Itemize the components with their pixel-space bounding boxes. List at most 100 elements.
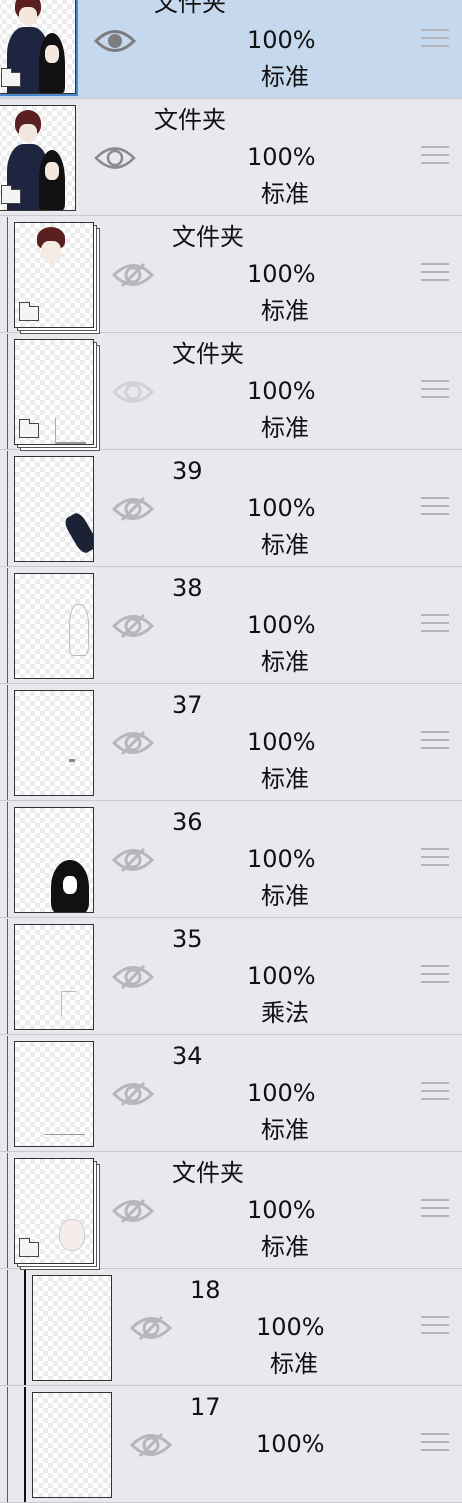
visibility-eye-icon[interactable] (112, 494, 154, 524)
drag-handle-icon[interactable] (421, 965, 449, 987)
layer-blend-mode: 标准 (261, 414, 309, 442)
visibility-eye-icon[interactable] (112, 260, 154, 290)
visibility-eye-icon[interactable] (112, 1196, 154, 1226)
visibility-eye-icon[interactable] (112, 377, 154, 407)
drag-handle-icon[interactable] (421, 1199, 449, 1221)
layer-thumbnail[interactable] (0, 105, 76, 211)
layer-row[interactable]: 文件夹 100% 标准 (0, 0, 462, 99)
folder-guide-line (7, 1270, 8, 1385)
layer-name: 34 (172, 1042, 203, 1070)
folder-guide-line (7, 217, 8, 332)
layer-thumbnail[interactable] (14, 222, 94, 328)
layer-blend-mode: 标准 (261, 1116, 309, 1144)
visibility-eye-icon[interactable] (112, 845, 154, 875)
drag-handle-icon[interactable] (421, 146, 449, 168)
drag-handle-icon[interactable] (421, 1433, 449, 1455)
drag-handle-icon[interactable] (421, 263, 449, 285)
layer-row[interactable]: 38 100% 标准 (0, 568, 462, 684)
thumbnail-art (69, 604, 89, 656)
drag-handle-icon[interactable] (421, 380, 449, 402)
layer-row[interactable]: 文件夹 100% 标准 (0, 100, 462, 216)
layer-thumbnail[interactable] (14, 690, 94, 796)
visibility-eye-icon[interactable] (94, 143, 136, 173)
folder-guide-line (7, 334, 8, 449)
drag-handle-icon[interactable] (421, 1082, 449, 1104)
layer-row[interactable]: 37 100% 标准 (0, 685, 462, 801)
layer-opacity: 100% (247, 494, 316, 522)
layer-name: 36 (172, 808, 203, 836)
layer-opacity: 100% (256, 1430, 325, 1458)
layer-name: 文件夹 (154, 0, 226, 17)
layer-thumbnail[interactable] (14, 1158, 94, 1264)
visibility-eye-icon[interactable] (130, 1313, 172, 1343)
thumbnail-art (51, 860, 89, 912)
layer-blend-mode: 标准 (261, 765, 309, 793)
layer-thumbnail[interactable] (14, 573, 94, 679)
layer-blend-mode: 标准 (261, 297, 309, 325)
layer-opacity: 100% (247, 845, 316, 873)
layer-thumbnail[interactable] (14, 339, 94, 445)
thumbnail-art (61, 991, 76, 1016)
layer-thumbnail[interactable] (32, 1392, 112, 1498)
layer-name: 文件夹 (172, 223, 244, 251)
drag-handle-icon[interactable] (421, 731, 449, 753)
layer-row[interactable]: 34 100% 标准 (0, 1036, 462, 1152)
subfolder-guide-line (24, 1270, 26, 1385)
layer-blend-mode: 标准 (270, 1350, 318, 1378)
layer-blend-mode: 乘法 (261, 999, 309, 1027)
layer-opacity: 100% (247, 728, 316, 756)
folder-guide-line (7, 1036, 8, 1151)
thumbnail-art (33, 227, 73, 267)
layer-blend-mode: 标准 (261, 1233, 309, 1261)
folder-guide-line (7, 685, 8, 800)
drag-handle-icon[interactable] (421, 614, 449, 636)
layer-row[interactable]: 文件夹 100% 标准 (0, 217, 462, 334)
visibility-eye-icon[interactable] (112, 728, 154, 758)
thumbnail-art (69, 759, 75, 762)
layer-opacity: 100% (247, 260, 316, 288)
visibility-eye-icon[interactable] (130, 1430, 172, 1460)
layer-name: 17 (190, 1393, 221, 1421)
layer-name: 39 (172, 457, 203, 485)
layer-blend-mode: 标准 (261, 180, 309, 208)
layer-opacity: 100% (247, 143, 316, 171)
layer-thumbnail[interactable] (14, 807, 94, 913)
layer-row[interactable]: 文件夹 100% 标准 (0, 1153, 462, 1270)
layer-opacity: 100% (247, 377, 316, 405)
layer-thumbnail[interactable] (14, 924, 94, 1030)
folder-guide-line (7, 568, 8, 683)
drag-handle-icon[interactable] (421, 497, 449, 519)
thumbnail-art (55, 418, 86, 444)
layer-opacity: 100% (247, 26, 316, 54)
visibility-eye-icon[interactable] (112, 611, 154, 641)
visibility-eye-icon[interactable] (112, 962, 154, 992)
folder-icon (19, 1238, 39, 1257)
folder-guide-line (7, 802, 8, 917)
layer-name: 37 (172, 691, 203, 719)
layer-blend-mode: 标准 (261, 882, 309, 910)
layer-row[interactable]: 17 100% (0, 1387, 462, 1503)
layer-opacity: 100% (247, 1196, 316, 1224)
folder-guide-line (7, 451, 8, 566)
folder-icon (19, 302, 39, 321)
layer-blend-mode: 标准 (261, 648, 309, 676)
folder-icon (1, 68, 21, 87)
drag-handle-icon[interactable] (421, 29, 449, 51)
layer-row[interactable]: 35 100% 乘法 (0, 919, 462, 1035)
layer-row[interactable]: 18 100% 标准 (0, 1270, 462, 1386)
layer-thumbnail[interactable] (32, 1275, 112, 1381)
layer-name: 文件夹 (154, 106, 226, 134)
layer-row[interactable]: 文件夹 100% 标准 (0, 334, 462, 451)
layer-thumbnail[interactable] (0, 0, 78, 96)
layer-row[interactable]: 36 100% 标准 (0, 802, 462, 918)
drag-handle-icon[interactable] (421, 1316, 449, 1338)
drag-handle-icon[interactable] (421, 848, 449, 870)
visibility-eye-icon[interactable] (112, 1079, 154, 1109)
visibility-eye-icon[interactable] (94, 26, 136, 56)
thumbnail-art (59, 1219, 85, 1251)
layer-name: 38 (172, 574, 203, 602)
layer-row[interactable]: 39 100% 标准 (0, 451, 462, 567)
layer-name: 文件夹 (172, 1159, 244, 1187)
layer-thumbnail[interactable] (14, 456, 94, 562)
layer-thumbnail[interactable] (14, 1041, 94, 1147)
